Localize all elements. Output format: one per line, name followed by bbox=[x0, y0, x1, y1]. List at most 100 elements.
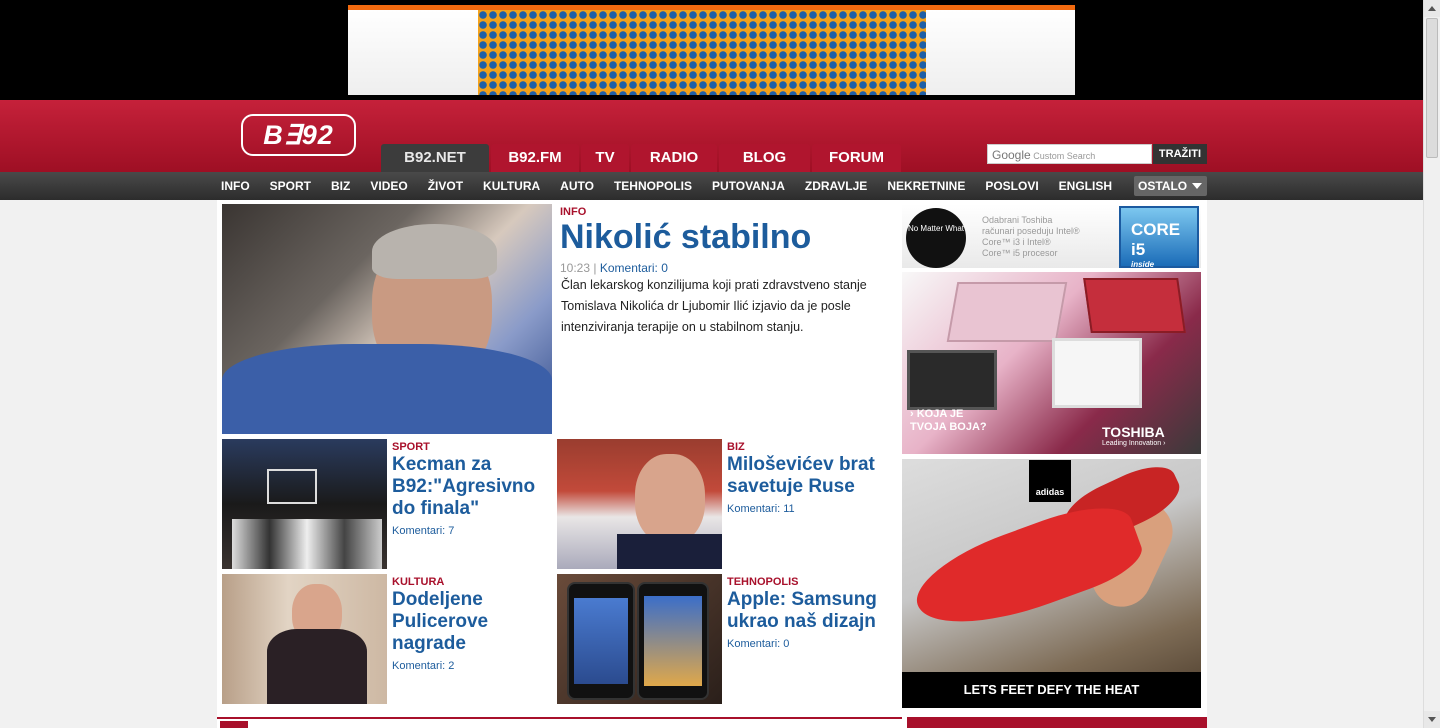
lead-comments-link[interactable]: Komentari: 0 bbox=[600, 261, 668, 275]
story-category-sport[interactable]: SPORT bbox=[392, 441, 430, 453]
nav-item-video[interactable]: VIDEO bbox=[370, 172, 407, 200]
story-image-kultura[interactable] bbox=[222, 574, 387, 704]
b92-logo[interactable]: B∃92 bbox=[241, 114, 356, 156]
laptop-black bbox=[907, 350, 997, 410]
story-image-tehnopolis[interactable] bbox=[557, 574, 722, 704]
site-tabs: B92.NET B92.FM TV RADIO BLOG FORUM bbox=[381, 144, 903, 172]
story-category-kultura[interactable]: KULTURA bbox=[392, 576, 444, 588]
top-ad-bar bbox=[0, 0, 1423, 100]
nav-item-nekretnine[interactable]: NEKRETNINE bbox=[887, 172, 965, 200]
tab-b92net[interactable]: B92.NET bbox=[381, 144, 489, 172]
scroll-thumb[interactable] bbox=[1426, 18, 1438, 158]
lead-image-blanket bbox=[222, 344, 552, 434]
laptop-pink bbox=[946, 282, 1068, 342]
nav-more-dropdown[interactable]: OSTALO bbox=[1134, 176, 1207, 196]
nav-item-info[interactable]: INFO bbox=[221, 172, 250, 200]
right-gutter bbox=[1207, 200, 1423, 728]
scroll-up-button[interactable] bbox=[1424, 0, 1440, 17]
adidas-ad-footer: LETS FEET DEFY THE HEAT bbox=[902, 672, 1201, 708]
nav-item-kultura[interactable]: KULTURA bbox=[483, 172, 540, 200]
tab-tv[interactable]: TV bbox=[581, 144, 629, 172]
no-matter-what-badge: No Matter What bbox=[906, 208, 966, 268]
story-image-backboard bbox=[267, 469, 317, 504]
chevron-down-icon bbox=[1192, 183, 1202, 189]
site-header: B∃92 B92.NET B92.FM TV RADIO BLOG FORUM … bbox=[0, 100, 1423, 172]
laptop-red bbox=[1083, 278, 1186, 333]
search-input[interactable]: Google Custom Search bbox=[987, 144, 1152, 164]
lead-time: 10:23 bbox=[560, 261, 591, 275]
toshiba-laptop-ad[interactable]: › KOJA JE TVOJA BOJA? TOSHIBA Leading In… bbox=[902, 272, 1201, 454]
story-category-tehnopolis[interactable]: TEHNOPOLIS bbox=[727, 576, 799, 588]
nav-item-putovanja[interactable]: PUTOVANJA bbox=[712, 172, 785, 200]
search-google-label: Google bbox=[992, 148, 1031, 162]
adidas-ad-shoe bbox=[905, 492, 1149, 646]
toshiba-ad-line-1: Odabrani Toshiba bbox=[982, 215, 1053, 225]
search-button[interactable]: TRAŽITI bbox=[1153, 144, 1207, 164]
banner-dot-pattern bbox=[478, 10, 926, 95]
tab-radio[interactable]: RADIO bbox=[631, 144, 717, 172]
banner-right-panel bbox=[926, 10, 1075, 95]
top-banner-ad[interactable] bbox=[348, 5, 1075, 95]
lead-story-image[interactable] bbox=[222, 204, 552, 434]
nav-item-zdravlje[interactable]: ZDRAVLJE bbox=[805, 172, 867, 200]
story-image-biz-suit bbox=[617, 534, 722, 569]
story-image-biz-face bbox=[635, 454, 705, 544]
story-image-phone-1-screen bbox=[574, 598, 628, 684]
nav-item-poslovi[interactable]: POSLOVI bbox=[985, 172, 1038, 200]
story-comments-kultura[interactable]: Komentari: 2 bbox=[392, 660, 454, 672]
intel-logo-sub: inside bbox=[1131, 260, 1155, 269]
toshiba-ad-line-2: računari poseduju Intel® bbox=[982, 226, 1080, 236]
nav-more-label: OSTALO bbox=[1138, 179, 1188, 193]
lead-image-hair bbox=[372, 224, 497, 279]
lead-meta: 10:23 | Komentari: 0 bbox=[560, 261, 668, 275]
story-image-biz[interactable] bbox=[557, 439, 722, 569]
story-image-phone-1 bbox=[567, 582, 635, 700]
toshiba-brand: TOSHIBA bbox=[1102, 424, 1165, 440]
lead-separator: | bbox=[593, 261, 597, 275]
story-title-kultura[interactable]: Dodeljene Pulicerove nagrade bbox=[392, 589, 552, 655]
tab-b92fm[interactable]: B92.FM bbox=[491, 144, 579, 172]
nav-item-tehnopolis[interactable]: TEHNOPOLIS bbox=[614, 172, 692, 200]
arrow-down-icon bbox=[1428, 717, 1436, 722]
story-image-phone-2-screen bbox=[644, 596, 702, 686]
story-category-biz[interactable]: BIZ bbox=[727, 441, 745, 453]
page-scrollbar[interactable] bbox=[1423, 0, 1440, 728]
tab-forum[interactable]: FORUM bbox=[812, 144, 901, 172]
left-gutter bbox=[0, 200, 217, 728]
story-title-sport[interactable]: Kecman za B92:"Agresivno do finala" bbox=[392, 454, 552, 520]
story-image-phone-2 bbox=[637, 582, 709, 700]
right-section-header bbox=[907, 717, 1207, 728]
toshiba-ad-text: Odabrani Toshiba računari poseduju Intel… bbox=[982, 215, 1080, 259]
lead-category[interactable]: INFO bbox=[560, 206, 586, 218]
nav-item-english[interactable]: ENGLISH bbox=[1059, 172, 1112, 200]
story-comments-sport[interactable]: Komentari: 7 bbox=[392, 525, 454, 537]
intel-core-i5-logo: CORE i5 inside bbox=[1119, 206, 1199, 269]
next-section-header bbox=[217, 717, 902, 728]
scroll-down-button[interactable] bbox=[1424, 711, 1440, 728]
story-comments-tehnopolis[interactable]: Komentari: 0 bbox=[727, 638, 789, 650]
lead-summary: Član lekarskog konzilijuma koji prati zd… bbox=[561, 278, 867, 334]
page: B∃92 B92.NET B92.FM TV RADIO BLOG FORUM … bbox=[0, 0, 1440, 728]
adidas-ad[interactable]: adidas LETS FEET DEFY THE HEAT bbox=[902, 455, 1201, 708]
nav-item-auto[interactable]: AUTO bbox=[560, 172, 594, 200]
nav-item-zivot[interactable]: ŽIVOT bbox=[428, 172, 463, 200]
toshiba-brand-sub: Leading Innovation › bbox=[1102, 440, 1166, 447]
toshiba-ad-line-4: Core™ i5 procesor bbox=[982, 248, 1058, 258]
story-image-sport[interactable] bbox=[222, 439, 387, 569]
lead-title[interactable]: Nikolić stabilno bbox=[560, 218, 811, 257]
main-nav: INFO SPORT BIZ VIDEO ŽIVOT KULTURA AUTO … bbox=[0, 172, 1423, 200]
nav-item-sport[interactable]: SPORT bbox=[270, 172, 311, 200]
toshiba-slogan-line-2: TVOJA BOJA? bbox=[910, 421, 987, 433]
toshiba-slogan-line-1: › KOJA JE bbox=[910, 408, 964, 420]
nav-items: INFO SPORT BIZ VIDEO ŽIVOT KULTURA AUTO … bbox=[221, 172, 1132, 200]
intel-logo-text: CORE i5 bbox=[1131, 220, 1181, 259]
story-comments-biz[interactable]: Komentari: 11 bbox=[727, 503, 795, 515]
nav-item-biz[interactable]: BIZ bbox=[331, 172, 350, 200]
tab-blog[interactable]: BLOG bbox=[719, 144, 810, 172]
arrow-up-icon bbox=[1428, 6, 1436, 11]
toshiba-ad-line-3: Core™ i3 i Intel® bbox=[982, 237, 1051, 247]
laptop-white bbox=[1052, 338, 1142, 408]
story-title-biz[interactable]: Miloševićev brat savetuje Ruse bbox=[727, 454, 897, 498]
toshiba-intel-ad[interactable]: No Matter What Odabrani Toshiba računari… bbox=[902, 204, 1201, 269]
story-title-tehnopolis[interactable]: Apple: Samsung ukrao naš dizajn bbox=[727, 589, 897, 633]
